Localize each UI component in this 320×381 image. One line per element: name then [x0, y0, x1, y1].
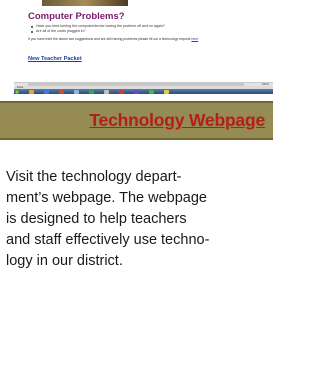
troubleshooting-list: Have you tried turning the computer/devi… — [31, 24, 165, 34]
word-icon[interactable] — [134, 89, 139, 94]
office-icon[interactable] — [119, 89, 124, 94]
start-button-icon[interactable] — [15, 89, 19, 94]
header-photo — [42, 0, 128, 6]
excel-icon[interactable] — [149, 89, 154, 94]
folder-icon[interactable] — [29, 89, 34, 94]
list-item: Are all of the cords plugged in? — [31, 29, 165, 34]
browser-icon[interactable] — [44, 89, 49, 94]
browser-page: Computer Problems? Have you tried turnin… — [14, 0, 273, 82]
settings-icon[interactable] — [104, 89, 109, 94]
tech-request-link[interactable]: here — [191, 37, 198, 41]
taskbar — [14, 89, 273, 94]
section-banner: Technology Webpage — [0, 101, 273, 140]
window-icon[interactable] — [74, 89, 79, 94]
description-paragraph: Visit the technology depart- ment’s webp… — [6, 169, 210, 269]
media-icon[interactable] — [59, 89, 64, 94]
app-icon[interactable] — [89, 89, 94, 94]
tech-request-note: If you have tried the above two suggesti… — [28, 37, 198, 41]
computer-problems-heading: Computer Problems? — [28, 11, 125, 22]
note-icon[interactable] — [164, 89, 169, 94]
tech-request-note-text: If you have tried the above two suggesti… — [28, 37, 191, 41]
banner-title: Technology Webpage — [89, 110, 265, 130]
new-teacher-packet-link[interactable]: New Teacher Packet — [28, 56, 82, 62]
webpage-screenshot: Computer Problems? Have you tried turnin… — [14, 0, 273, 94]
